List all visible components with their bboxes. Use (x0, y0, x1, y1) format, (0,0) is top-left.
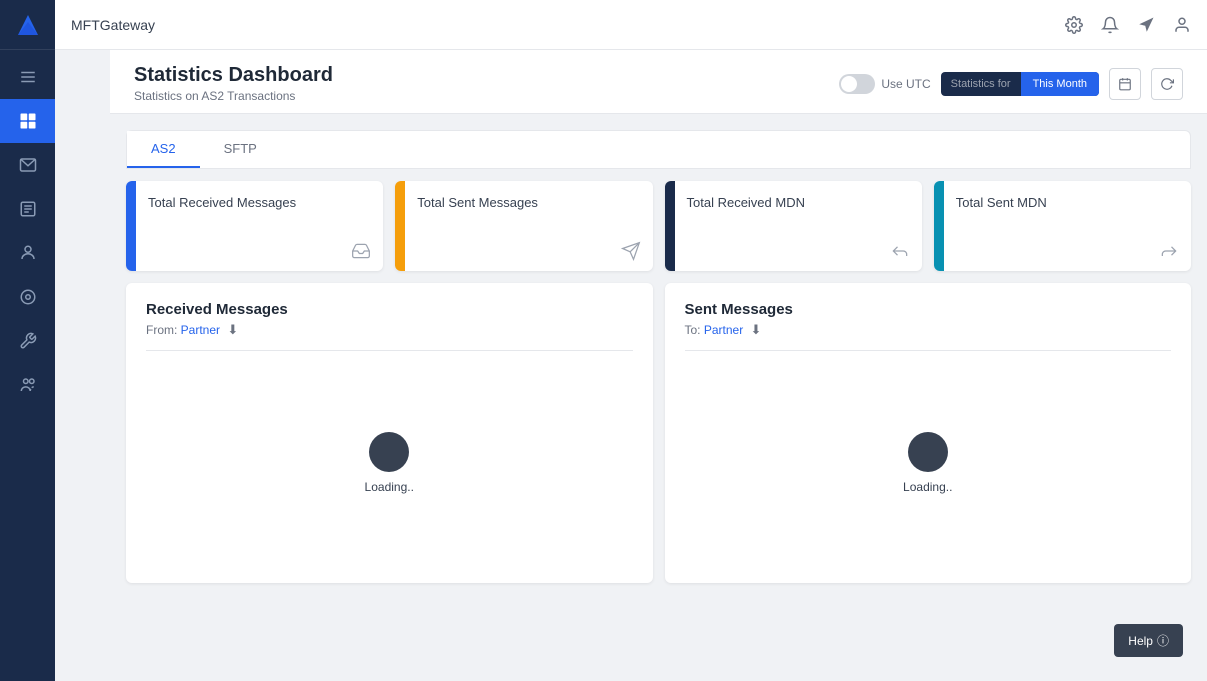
sidebar-item-dashboard[interactable] (0, 99, 55, 143)
stat-card-bar-received (126, 181, 136, 271)
page-controls: Use UTC Statistics for This Month (839, 68, 1183, 100)
stat-card-title-sent-mdn: Total Sent MDN (956, 195, 1179, 210)
charts-row: Received Messages From: Partner ⬇ Loadin… (126, 283, 1191, 583)
sidebar (0, 0, 55, 681)
stats-row: Total Received Messages Total Sent Messa… (126, 181, 1191, 271)
received-chart-divider (146, 350, 633, 351)
received-messages-chart: Received Messages From: Partner ⬇ Loadin… (126, 283, 653, 583)
app-name: MFTGateway (71, 17, 155, 33)
send-icon (417, 241, 640, 261)
content-area: AS2 SFTP Total Received Messages (110, 114, 1207, 681)
use-utc-label: Use UTC (881, 77, 930, 91)
received-loading-area: Loading.. (146, 363, 633, 563)
sent-to-value[interactable]: Partner (704, 323, 743, 337)
sent-messages-title: Sent Messages (685, 301, 1172, 318)
help-label: Help (1128, 634, 1153, 648)
notifications-icon[interactable] (1101, 16, 1119, 34)
sidebar-item-messages[interactable] (0, 143, 55, 187)
stat-card-content-received-mdn: Total Received MDN (675, 181, 922, 271)
received-loading-text: Loading.. (365, 480, 414, 494)
stat-card-total-received-mdn: Total Received MDN (665, 181, 922, 271)
stat-card-total-sent: Total Sent Messages (395, 181, 652, 271)
reply-icon (687, 241, 910, 261)
stat-card-bar-sent-mdn (934, 181, 944, 271)
stat-card-content-received: Total Received Messages (136, 181, 383, 271)
settings-icon[interactable] (1065, 16, 1083, 34)
sidebar-nav (0, 50, 55, 681)
received-messages-title: Received Messages (146, 301, 633, 318)
sent-messages-sub: To: Partner ⬇ (685, 322, 1172, 338)
stat-card-content-sent-mdn: Total Sent MDN (944, 181, 1191, 271)
stat-card-title-sent: Total Sent Messages (417, 195, 640, 210)
sidebar-item-menu[interactable] (0, 55, 55, 99)
stat-card-title-received: Total Received Messages (148, 195, 371, 210)
stat-card-content-sent: Total Sent Messages (405, 181, 652, 271)
user-icon[interactable] (1173, 16, 1191, 34)
stats-for-value[interactable]: This Month (1021, 72, 1099, 96)
sidebar-item-tools[interactable] (0, 319, 55, 363)
sent-messages-chart: Sent Messages To: Partner ⬇ Loading.. (665, 283, 1192, 583)
tab-sftp[interactable]: SFTP (200, 131, 281, 168)
tab-as2[interactable]: AS2 (127, 131, 200, 168)
sent-partner-icon: ⬇ (751, 322, 762, 337)
sidebar-item-users[interactable] (0, 231, 55, 275)
stat-card-bar-sent (395, 181, 405, 271)
sent-loading-text: Loading.. (903, 480, 952, 494)
page-subtitle: Statistics on AS2 Transactions (134, 89, 333, 103)
sidebar-item-partners[interactable] (0, 363, 55, 407)
inbox-icon (148, 241, 371, 261)
forward-icon (956, 241, 1179, 261)
page-header: Statistics Dashboard Statistics on AS2 T… (110, 50, 1207, 114)
topbar-brand: MFTGateway (71, 17, 155, 33)
stats-for-group: Statistics for This Month (941, 72, 1099, 96)
received-messages-sub: From: Partner ⬇ (146, 322, 633, 338)
refresh-button[interactable] (1151, 68, 1183, 100)
stat-card-total-sent-mdn: Total Sent MDN (934, 181, 1191, 271)
sidebar-logo (0, 0, 55, 50)
use-utc-toggle-group: Use UTC (839, 74, 930, 94)
topbar-actions (1065, 16, 1191, 34)
sent-to-label: To: (685, 323, 704, 337)
calendar-button[interactable] (1109, 68, 1141, 100)
location-icon[interactable] (1137, 16, 1155, 34)
received-loading-spinner (369, 432, 409, 472)
help-button[interactable]: Help ⓘ (1114, 624, 1183, 657)
sidebar-item-transactions[interactable] (0, 187, 55, 231)
help-icon: ⓘ (1157, 632, 1169, 649)
received-from-label: From: (146, 323, 181, 337)
sent-chart-divider (685, 350, 1172, 351)
stat-card-bar-received-mdn (665, 181, 675, 271)
page-title-section: Statistics Dashboard Statistics on AS2 T… (134, 64, 333, 103)
stats-for-label: Statistics for (941, 72, 1021, 96)
stat-card-title-received-mdn: Total Received MDN (687, 195, 910, 210)
sidebar-item-hub[interactable] (0, 275, 55, 319)
tabs-container: AS2 SFTP (126, 130, 1191, 169)
stat-card-total-received: Total Received Messages (126, 181, 383, 271)
topbar: MFTGateway (55, 0, 1207, 50)
sent-loading-area: Loading.. (685, 363, 1172, 563)
tabs: AS2 SFTP (127, 131, 1190, 168)
received-partner-icon: ⬇ (227, 322, 238, 337)
use-utc-toggle[interactable] (839, 74, 875, 94)
page-title: Statistics Dashboard (134, 64, 333, 87)
received-from-value[interactable]: Partner (181, 323, 220, 337)
sent-loading-spinner (908, 432, 948, 472)
main-content: Statistics Dashboard Statistics on AS2 T… (110, 50, 1207, 681)
